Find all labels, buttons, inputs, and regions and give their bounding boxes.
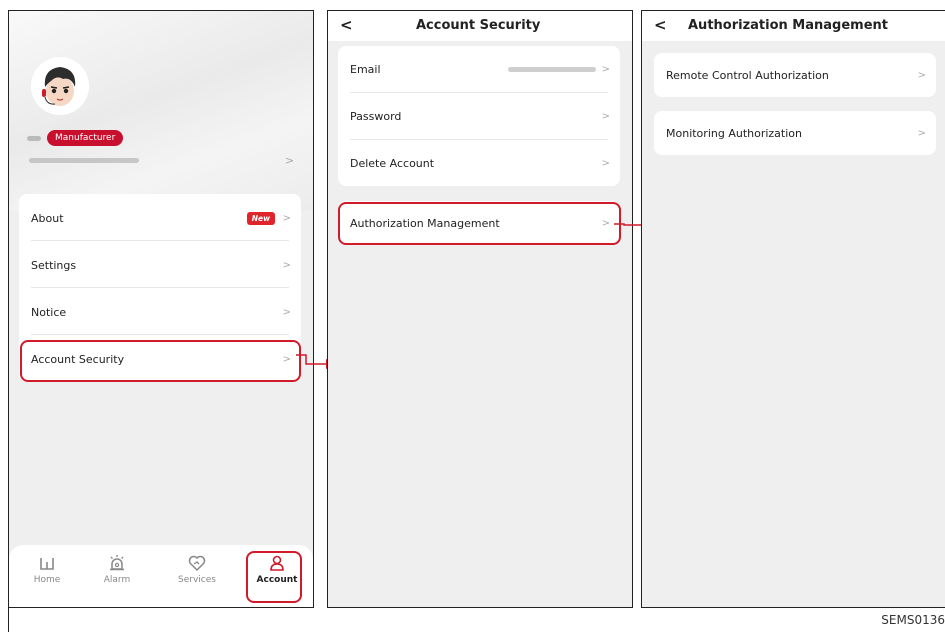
- chevron-right-icon: >: [601, 63, 610, 75]
- chevron-right-icon: >: [601, 110, 610, 122]
- authorization-management-screen: < Authorization Management Remote Contro…: [641, 10, 945, 608]
- item-delete-account[interactable]: Delete Account >: [338, 150, 620, 176]
- page-title: Authorization Management: [688, 18, 888, 33]
- account-security-screen: < Account Security Email > Password > De…: [327, 10, 633, 608]
- menu-item-notice[interactable]: Notice >: [19, 298, 301, 326]
- tab-label: Alarm: [103, 575, 131, 585]
- divider: [31, 240, 289, 241]
- divider: [31, 287, 289, 288]
- back-icon[interactable]: <: [654, 16, 667, 34]
- figure-footer: SEMS0136: [8, 608, 945, 632]
- home-icon: [40, 558, 54, 570]
- chevron-right-icon: >: [917, 69, 926, 81]
- header: < Account Security: [328, 11, 632, 41]
- monitoring-card[interactable]: Monitoring Authorization >: [654, 111, 936, 155]
- tab-label: Services: [178, 575, 216, 585]
- item-label: Delete Account: [350, 156, 435, 170]
- item-monitoring-authorization[interactable]: Monitoring Authorization >: [654, 120, 936, 146]
- divider: [350, 139, 608, 140]
- account-screen: Manufacturer > About New > Settings > No…: [8, 10, 314, 608]
- user-name-row: Manufacturer: [27, 130, 124, 146]
- menu-item-label: Notice: [31, 305, 67, 319]
- chevron-right-icon: >: [282, 306, 291, 318]
- item-remote-control-authorization[interactable]: Remote Control Authorization >: [654, 62, 936, 88]
- alarm-icon: [110, 555, 124, 571]
- email-value-redacted: [508, 66, 596, 72]
- tab-alarm[interactable]: Alarm: [87, 553, 147, 585]
- tab-label: Home: [33, 575, 61, 585]
- divider: [350, 92, 608, 93]
- menu-item-label: Settings: [31, 258, 77, 272]
- account-security-highlight: [20, 340, 301, 382]
- profile-chevron-icon[interactable]: >: [285, 154, 294, 167]
- remote-control-card[interactable]: Remote Control Authorization >: [654, 53, 936, 97]
- item-label: Email: [350, 62, 381, 76]
- tab-services[interactable]: Services: [167, 553, 227, 585]
- chevron-right-icon: >: [282, 212, 291, 224]
- menu-item-label: About: [31, 211, 64, 225]
- divider: [31, 334, 289, 335]
- menu-item-about[interactable]: About New >: [19, 204, 301, 232]
- page-title: Account Security: [416, 18, 541, 33]
- user-email-redacted: [29, 158, 139, 163]
- item-password[interactable]: Password >: [338, 103, 620, 129]
- figure-code: SEMS0136: [881, 613, 945, 627]
- chevron-right-icon: >: [601, 157, 610, 169]
- item-label: Password: [350, 109, 402, 123]
- chevron-right-icon: >: [917, 127, 926, 139]
- security-settings-card: Email > Password > Delete Account >: [338, 46, 620, 186]
- item-label: Remote Control Authorization: [666, 68, 829, 82]
- item-label: Monitoring Authorization: [666, 126, 802, 140]
- tab-home[interactable]: Home: [17, 553, 77, 585]
- chevron-right-icon: >: [282, 259, 291, 271]
- authorization-highlight: [338, 202, 621, 245]
- header: < Authorization Management: [642, 11, 945, 41]
- role-badge: Manufacturer: [47, 130, 124, 146]
- user-name-redacted: [27, 135, 41, 141]
- avatar[interactable]: [31, 57, 89, 115]
- new-badge: New: [246, 211, 275, 225]
- account-tab-highlight: [246, 551, 302, 603]
- menu-item-settings[interactable]: Settings >: [19, 251, 301, 279]
- item-email[interactable]: Email >: [338, 56, 620, 82]
- services-icon: [188, 555, 206, 572]
- back-icon[interactable]: <: [340, 16, 353, 34]
